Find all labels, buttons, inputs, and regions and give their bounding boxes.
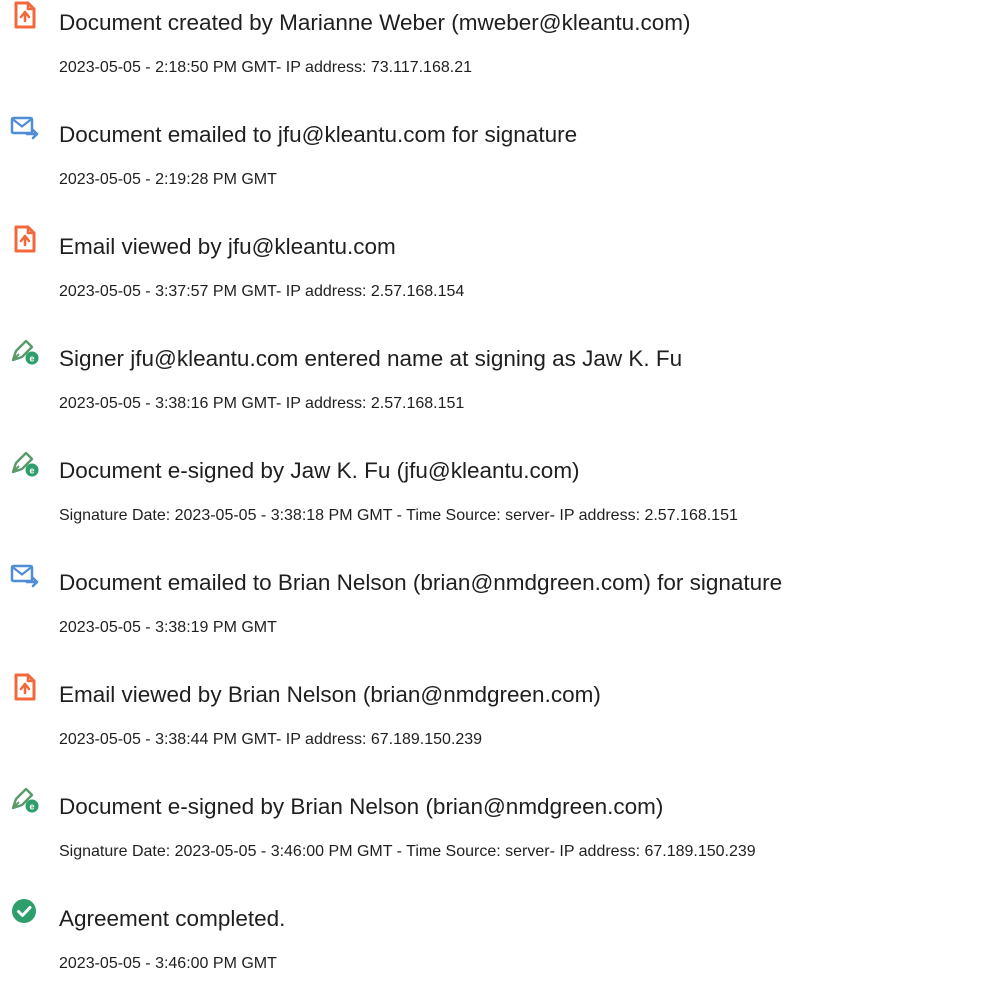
event-title: Email viewed by jfu@kleantu.com bbox=[59, 234, 396, 259]
audit-event: Document emailed to Brian Nelson (brian@… bbox=[0, 560, 990, 650]
e-sign-pen-icon: e bbox=[10, 336, 40, 366]
e-sign-pen-icon: e bbox=[10, 448, 40, 478]
audit-event: Email viewed by jfu@kleantu.com 2023-05-… bbox=[0, 224, 990, 314]
event-title: Email viewed by Brian Nelson (brian@nmdg… bbox=[59, 682, 601, 707]
event-detail: 2023-05-05 - 3:38:19 PM GMT bbox=[59, 619, 277, 636]
email-sent-icon bbox=[10, 560, 40, 590]
audit-event: Document emailed to jfu@kleantu.com for … bbox=[0, 112, 990, 202]
event-title: Agreement completed. bbox=[59, 906, 286, 931]
event-title: Document e-signed by Jaw K. Fu (jfu@klea… bbox=[59, 458, 580, 483]
event-detail: 2023-05-05 - 3:38:44 PM GMT- IP address:… bbox=[59, 731, 483, 748]
event-title: Document e-signed by Brian Nelson (brian… bbox=[59, 794, 664, 819]
email-sent-icon bbox=[10, 112, 40, 142]
checkmark-circle-icon bbox=[10, 896, 40, 926]
event-detail: 2023-05-05 - 2:19:28 PM GMT bbox=[59, 171, 277, 188]
event-detail: Signature Date: 2023-05-05 - 3:46:00 PM … bbox=[59, 843, 756, 860]
audit-event: e Signer jfu@kleantu.com entered name at… bbox=[0, 336, 990, 426]
e-sign-pen-icon: e bbox=[10, 784, 40, 814]
document-icon bbox=[10, 672, 40, 702]
event-detail: Signature Date: 2023-05-05 - 3:38:18 PM … bbox=[59, 507, 738, 524]
event-title: Document created by Marianne Weber (mweb… bbox=[59, 10, 691, 35]
event-detail: 2023-05-05 - 3:38:16 PM GMT- IP address:… bbox=[59, 395, 465, 412]
event-title: Document emailed to jfu@kleantu.com for … bbox=[59, 122, 578, 147]
audit-event: e Document e-signed by Jaw K. Fu (jfu@kl… bbox=[0, 448, 990, 538]
audit-trail-list: Document created by Marianne Weber (mweb… bbox=[0, 0, 990, 993]
event-title: Signer jfu@kleantu.com entered name at s… bbox=[59, 346, 683, 371]
event-detail: 2023-05-05 - 3:37:57 PM GMT- IP address:… bbox=[59, 283, 465, 300]
audit-event: Email viewed by Brian Nelson (brian@nmdg… bbox=[0, 672, 990, 762]
document-icon bbox=[10, 0, 40, 30]
event-detail: 2023-05-05 - 3:46:00 PM GMT bbox=[59, 955, 277, 972]
svg-text:e: e bbox=[29, 802, 34, 812]
audit-event: Document created by Marianne Weber (mweb… bbox=[0, 0, 990, 90]
svg-text:e: e bbox=[29, 354, 34, 364]
event-title: Document emailed to Brian Nelson (brian@… bbox=[59, 570, 783, 595]
audit-event: Agreement completed. 2023-05-05 - 3:46:0… bbox=[0, 896, 990, 986]
event-detail: 2023-05-05 - 2:18:50 PM GMT- IP address:… bbox=[59, 59, 472, 76]
svg-text:e: e bbox=[29, 466, 34, 476]
audit-event: e Document e-signed by Brian Nelson (bri… bbox=[0, 784, 990, 874]
document-icon bbox=[10, 224, 40, 254]
